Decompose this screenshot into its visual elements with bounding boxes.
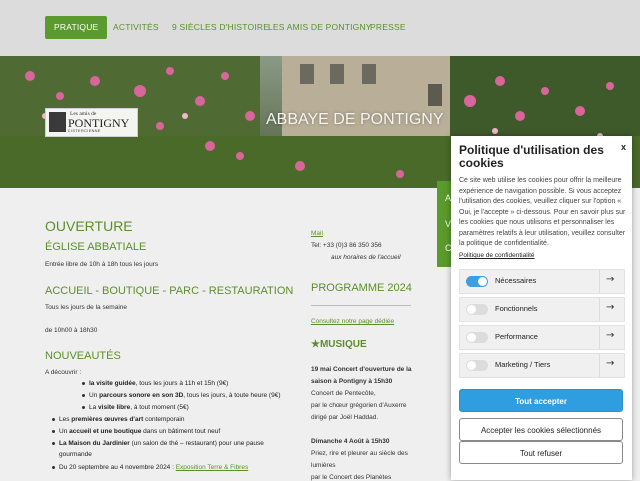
bullet-icon (82, 405, 85, 409)
cookie-description: Ce site web utilise les cookies pour off… (459, 177, 626, 247)
bullet-icon (52, 465, 55, 469)
nav-amis[interactable]: LES AMIS DE PONTIGNY (268, 16, 372, 39)
cookie-consent-panel: Politique d'utilisation des cookies x Ce… (451, 136, 632, 480)
event1-title-line1: 19 mai Concert d'ouverture de la (311, 366, 412, 373)
accueil-text-hours: de 10h00 à 18h30 (45, 327, 98, 334)
bullet-icon (82, 381, 85, 385)
event2-title: Dimanche 4 Août à 15h30 (311, 438, 390, 445)
nouveautes-heading: NOUVEAUTÉS (45, 350, 121, 362)
horaires-text: aux horaires de l'accueil (331, 254, 401, 261)
category-label: Nécessaires (495, 276, 537, 285)
accept-selected-button[interactable]: Accepter les cookies sélectionnés (459, 418, 623, 441)
arrow-right-icon[interactable]: → (606, 358, 614, 369)
cookie-title: Politique d'utilisation des cookies (459, 143, 604, 170)
logo-subtitle: ABBAYE CISTERCIENNE (49, 129, 101, 133)
decouvrir-text: A découvrir : (45, 369, 82, 376)
toggle-switch[interactable] (466, 304, 488, 315)
programme-heading: PROGRAMME 2024 (311, 282, 412, 294)
event1-line3: dirigé par Joël Haddad. (311, 414, 379, 421)
list-item: Un accueil et une boutique dans un bâtim… (52, 428, 220, 435)
event1-line1: Concert de Pentecôte, (311, 390, 376, 397)
cookie-category-necessaires[interactable]: Nécessaires → (459, 269, 625, 294)
ouverture-heading: OUVERTURE (45, 218, 133, 234)
hero-title: ABBAYE DE PONTIGNY (266, 111, 444, 128)
programme-link[interactable]: Consultez notre page dédiée (311, 318, 394, 325)
bullet-icon (82, 393, 85, 397)
expo-link[interactable]: Exposition Terre & Fibres (176, 464, 249, 471)
list-item: Du 20 septembre au 4 novembre 2024 : Exp… (52, 464, 248, 471)
refuse-all-button[interactable]: Tout refuser (459, 441, 623, 464)
accept-all-button[interactable]: Tout accepter (459, 389, 623, 412)
musique-heading: ★MUSIQUE (311, 339, 367, 350)
event2-line1: Priez, rire et pleurer au siècle des (311, 450, 408, 457)
cookie-category-marketing[interactable]: Marketing / Tiers → (459, 353, 625, 378)
eglise-text: Entrée libre de 10h à 18h tous les jours (45, 261, 159, 268)
nav-activites[interactable]: ACTIVITÉS (113, 16, 159, 39)
category-label: Performance (495, 332, 538, 341)
privacy-policy-link[interactable]: Politique de confidentialité (459, 252, 535, 259)
arrow-right-icon[interactable]: → (606, 330, 614, 341)
bullet-icon (52, 429, 55, 433)
event1-title-line2: saison à Pontigny à 15h30 (311, 378, 393, 385)
arrow-right-icon[interactable]: → (606, 302, 614, 313)
toggle-switch[interactable] (466, 360, 488, 371)
event1-line2: par le chœur grégorien d'Auxerre (311, 402, 407, 409)
eglise-heading: ÉGLISE ABBATIALE (45, 241, 147, 253)
bullet-icon (52, 441, 55, 445)
cookie-category-fonctionnels[interactable]: Fonctionnels → (459, 297, 625, 322)
nav-pratique[interactable]: PRATIQUE (45, 16, 108, 39)
divider (311, 305, 411, 306)
list-item: La visite libre, à tout moment (5€) (82, 404, 189, 411)
nav-histoire[interactable]: 9 SIÈCLES D'HISTOIRE (172, 16, 269, 39)
list-item: la visite guidée, tous les jours à 11h e… (82, 380, 228, 387)
list-item: Un parcours sonore en son 3D, tous les j… (82, 392, 281, 399)
phone-text: Tel: +33 (0)3 86 350 356 (311, 242, 382, 249)
bullet-icon (52, 417, 55, 421)
category-label: Fonctionnels (495, 304, 538, 313)
mail-link[interactable]: Mail (311, 230, 323, 237)
list-item-continuation: gourmande (59, 451, 92, 458)
event2-line2: lumières (311, 462, 336, 469)
arrow-right-icon[interactable]: → (606, 274, 614, 285)
top-navigation: PRATIQUE ACTIVITÉS 9 SIÈCLES D'HISTOIRE … (0, 0, 640, 56)
nav-presse[interactable]: PRESSE (370, 16, 406, 39)
site-logo[interactable]: Les amis de PONTIGNY ABBAYE CISTERCIENNE (45, 108, 138, 137)
toggle-switch[interactable] (466, 276, 488, 287)
toggle-switch[interactable] (466, 332, 488, 343)
list-item: La Maison du Jardinier (un salon de thé … (52, 440, 264, 447)
list-item: Les premières œuvres d'art contemporain (52, 416, 185, 423)
category-label: Marketing / Tiers (495, 360, 551, 369)
close-icon[interactable]: x (621, 142, 626, 152)
accueil-text-days: Tous les jours de la semaine (45, 304, 128, 311)
cookie-category-performance[interactable]: Performance → (459, 325, 625, 350)
accueil-heading: ACCUEIL - BOUTIQUE - PARC - RESTAURATION (45, 285, 294, 297)
